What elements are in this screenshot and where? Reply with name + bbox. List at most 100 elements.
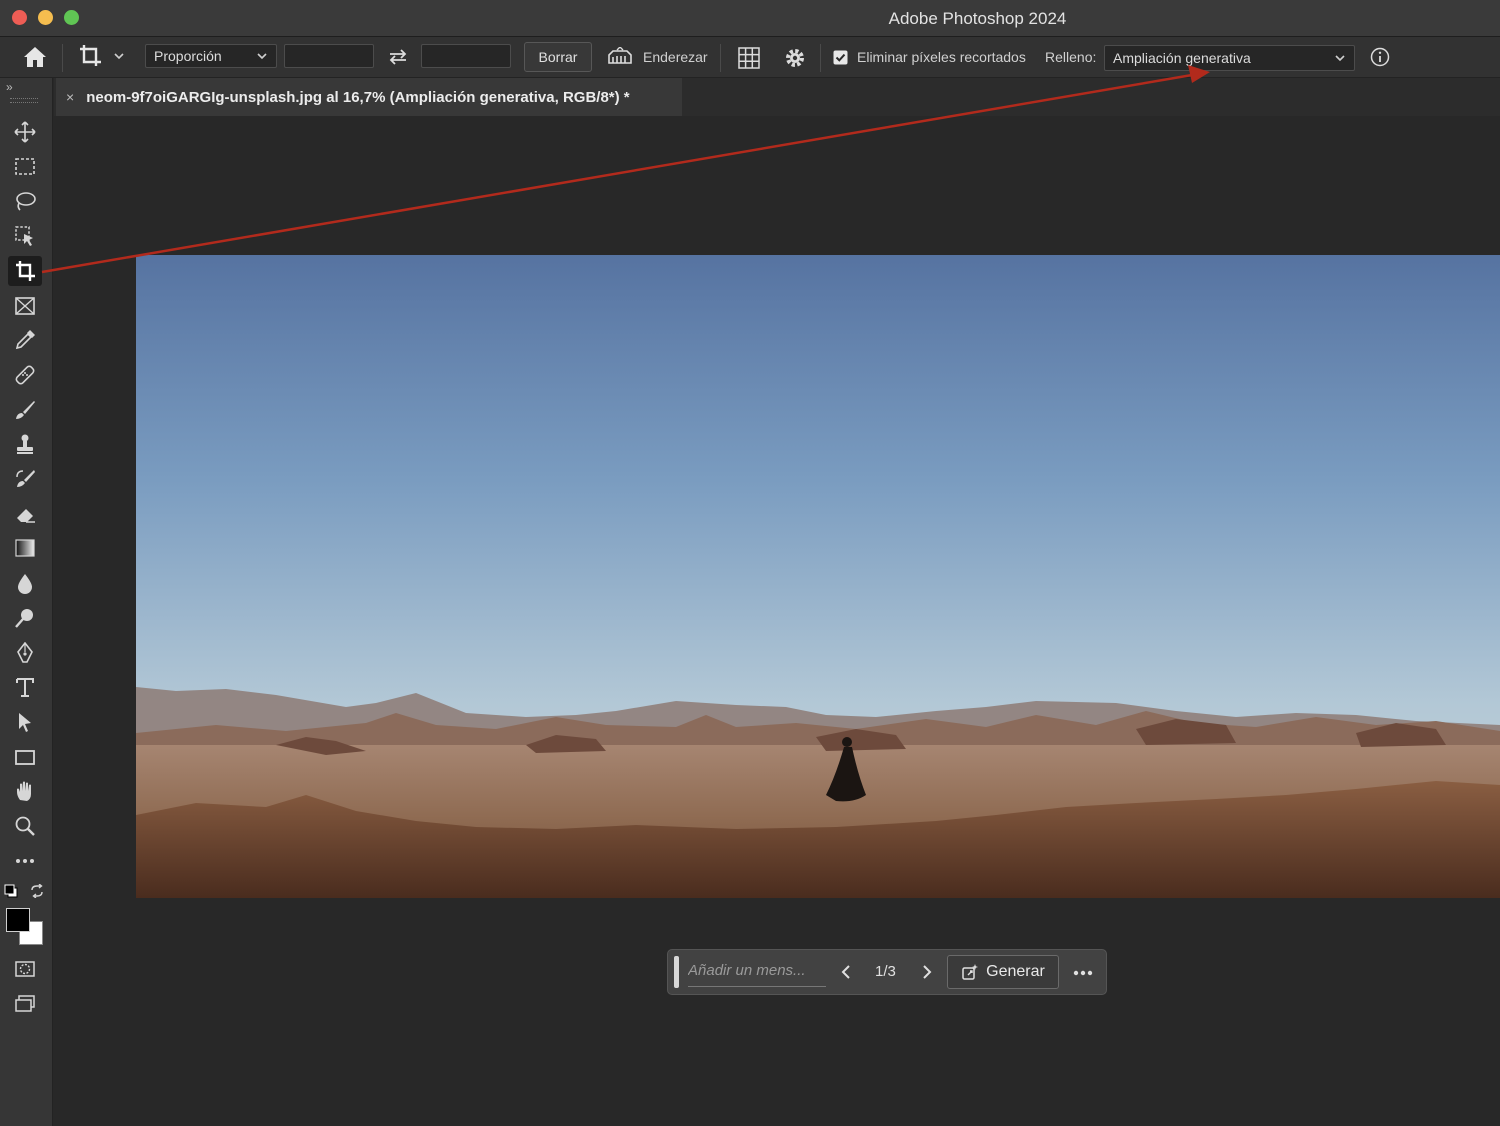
object-selection-icon bbox=[15, 226, 33, 247]
move-icon bbox=[14, 121, 36, 143]
home-icon bbox=[24, 47, 46, 67]
fill-select[interactable]: Ampliación generativa bbox=[1104, 45, 1355, 71]
height-input[interactable] bbox=[421, 44, 511, 68]
pen-icon bbox=[17, 641, 33, 663]
prompt-input[interactable]: Añadir un mens... bbox=[688, 962, 826, 987]
close-tab-icon[interactable]: × bbox=[66, 89, 74, 105]
lasso-tool[interactable] bbox=[8, 186, 42, 216]
separator bbox=[820, 44, 821, 72]
swap-colors-button[interactable] bbox=[30, 884, 44, 898]
rectangle-tool[interactable] bbox=[8, 742, 42, 772]
move-tool[interactable] bbox=[8, 117, 42, 147]
delete-cropped-label: Eliminar píxeles recortados bbox=[857, 49, 1026, 65]
checkbox-checked-icon bbox=[833, 50, 848, 65]
swap-dimensions-button[interactable] bbox=[387, 47, 409, 67]
default-colors-icon bbox=[4, 884, 18, 898]
separator bbox=[62, 44, 63, 72]
eyedropper-tool[interactable] bbox=[8, 325, 42, 355]
object-selection-tool[interactable] bbox=[8, 221, 42, 251]
panel-collapse-button[interactable]: » bbox=[6, 80, 13, 94]
fill-label: Relleno: bbox=[1045, 49, 1097, 65]
options-bar: Proporción Borrar Enderezar Eliminar píx… bbox=[0, 37, 1500, 78]
gradient-icon bbox=[15, 539, 35, 557]
straighten-label: Enderezar bbox=[643, 49, 708, 65]
gradient-tool[interactable] bbox=[8, 533, 42, 563]
path-selection-tool[interactable] bbox=[8, 707, 42, 737]
document-tab-title: neom-9f7oiGARGIg-unsplash.jpg al 16,7% (… bbox=[86, 88, 630, 106]
panel-grip[interactable] bbox=[10, 98, 38, 103]
marquee-tool[interactable] bbox=[8, 152, 42, 182]
gear-icon bbox=[786, 49, 804, 67]
dodge-tool[interactable] bbox=[8, 603, 42, 633]
ratio-select[interactable]: Proporción bbox=[145, 44, 277, 68]
more-options-button[interactable] bbox=[1073, 970, 1093, 976]
pen-tool[interactable] bbox=[8, 638, 42, 668]
app-title: Adobe Photoshop 2024 bbox=[888, 9, 1067, 28]
brush-icon bbox=[16, 400, 35, 419]
blur-tool[interactable] bbox=[8, 568, 42, 598]
blur-icon bbox=[18, 574, 32, 595]
info-button[interactable] bbox=[1370, 47, 1390, 67]
chevron-down-icon bbox=[114, 53, 124, 60]
grid-icon bbox=[738, 47, 760, 69]
zoom-tool[interactable] bbox=[8, 811, 42, 841]
zoom-icon bbox=[15, 816, 35, 836]
info-icon bbox=[1370, 47, 1390, 67]
next-variation-button[interactable] bbox=[921, 964, 933, 980]
quick-mask-button[interactable] bbox=[8, 954, 42, 984]
clone-stamp-icon bbox=[17, 434, 33, 455]
straighten-icon bbox=[608, 47, 632, 64]
more-icon bbox=[1073, 970, 1093, 976]
healing-brush-tool[interactable] bbox=[8, 360, 42, 390]
screen-mode-button[interactable] bbox=[8, 989, 42, 1019]
contextual-task-bar: Añadir un mens... 1/3 Generar bbox=[667, 949, 1107, 995]
desert-photo bbox=[136, 255, 1500, 898]
foreground-color-swatch[interactable] bbox=[6, 908, 30, 932]
generate-button[interactable]: Generar bbox=[947, 955, 1059, 989]
type-tool[interactable] bbox=[8, 672, 42, 702]
dodge-icon bbox=[15, 608, 33, 628]
type-icon bbox=[16, 678, 34, 698]
taskbar-grip[interactable] bbox=[674, 956, 679, 988]
lasso-icon bbox=[16, 192, 36, 211]
marquee-icon bbox=[15, 157, 35, 175]
more-tools[interactable] bbox=[8, 846, 42, 876]
swap-icon bbox=[389, 49, 407, 65]
ratio-select-value: Proporción bbox=[154, 48, 222, 64]
width-input[interactable] bbox=[284, 44, 374, 68]
eraser-icon bbox=[17, 508, 35, 523]
previous-variation-button[interactable] bbox=[840, 964, 852, 980]
generate-icon bbox=[962, 964, 979, 980]
default-colors-button[interactable] bbox=[4, 884, 18, 898]
rectangle-icon bbox=[15, 749, 35, 765]
hand-tool[interactable] bbox=[8, 776, 42, 806]
frame-icon bbox=[15, 296, 35, 315]
history-brush-icon bbox=[16, 470, 35, 487]
chevron-down-icon bbox=[1335, 55, 1345, 62]
hand-icon bbox=[17, 781, 31, 802]
clone-stamp-tool[interactable] bbox=[8, 429, 42, 459]
crop-settings-button[interactable] bbox=[783, 46, 807, 70]
overlay-options-button[interactable] bbox=[737, 46, 761, 70]
fill-select-value: Ampliación generativa bbox=[1113, 50, 1251, 66]
clear-button[interactable]: Borrar bbox=[524, 42, 592, 72]
history-brush-tool[interactable] bbox=[8, 464, 42, 494]
document-canvas-image[interactable] bbox=[136, 255, 1500, 898]
crop-tool[interactable] bbox=[8, 255, 42, 286]
eraser-tool[interactable] bbox=[8, 499, 42, 529]
mores-icon bbox=[16, 858, 34, 863]
separator bbox=[720, 44, 721, 72]
straighten-button[interactable]: Enderezar bbox=[607, 47, 708, 67]
frame-tool[interactable] bbox=[8, 291, 42, 321]
delete-cropped-checkbox[interactable] bbox=[833, 50, 848, 65]
document-tab[interactable]: × neom-9f7oiGARGIg-unsplash.jpg al 16,7%… bbox=[56, 78, 682, 116]
document-tab-bar: × neom-9f7oiGARGIg-unsplash.jpg al 16,7%… bbox=[54, 78, 1500, 116]
chevron-right-icon bbox=[923, 965, 932, 979]
crop-icon bbox=[16, 260, 35, 281]
brush-tool[interactable] bbox=[8, 395, 42, 425]
screen-mode-icon bbox=[15, 995, 35, 1012]
chevron-left-icon bbox=[841, 965, 850, 979]
crop-preset-button[interactable] bbox=[77, 43, 125, 69]
quick-mask-icon bbox=[15, 961, 35, 977]
home-button[interactable] bbox=[22, 45, 48, 69]
